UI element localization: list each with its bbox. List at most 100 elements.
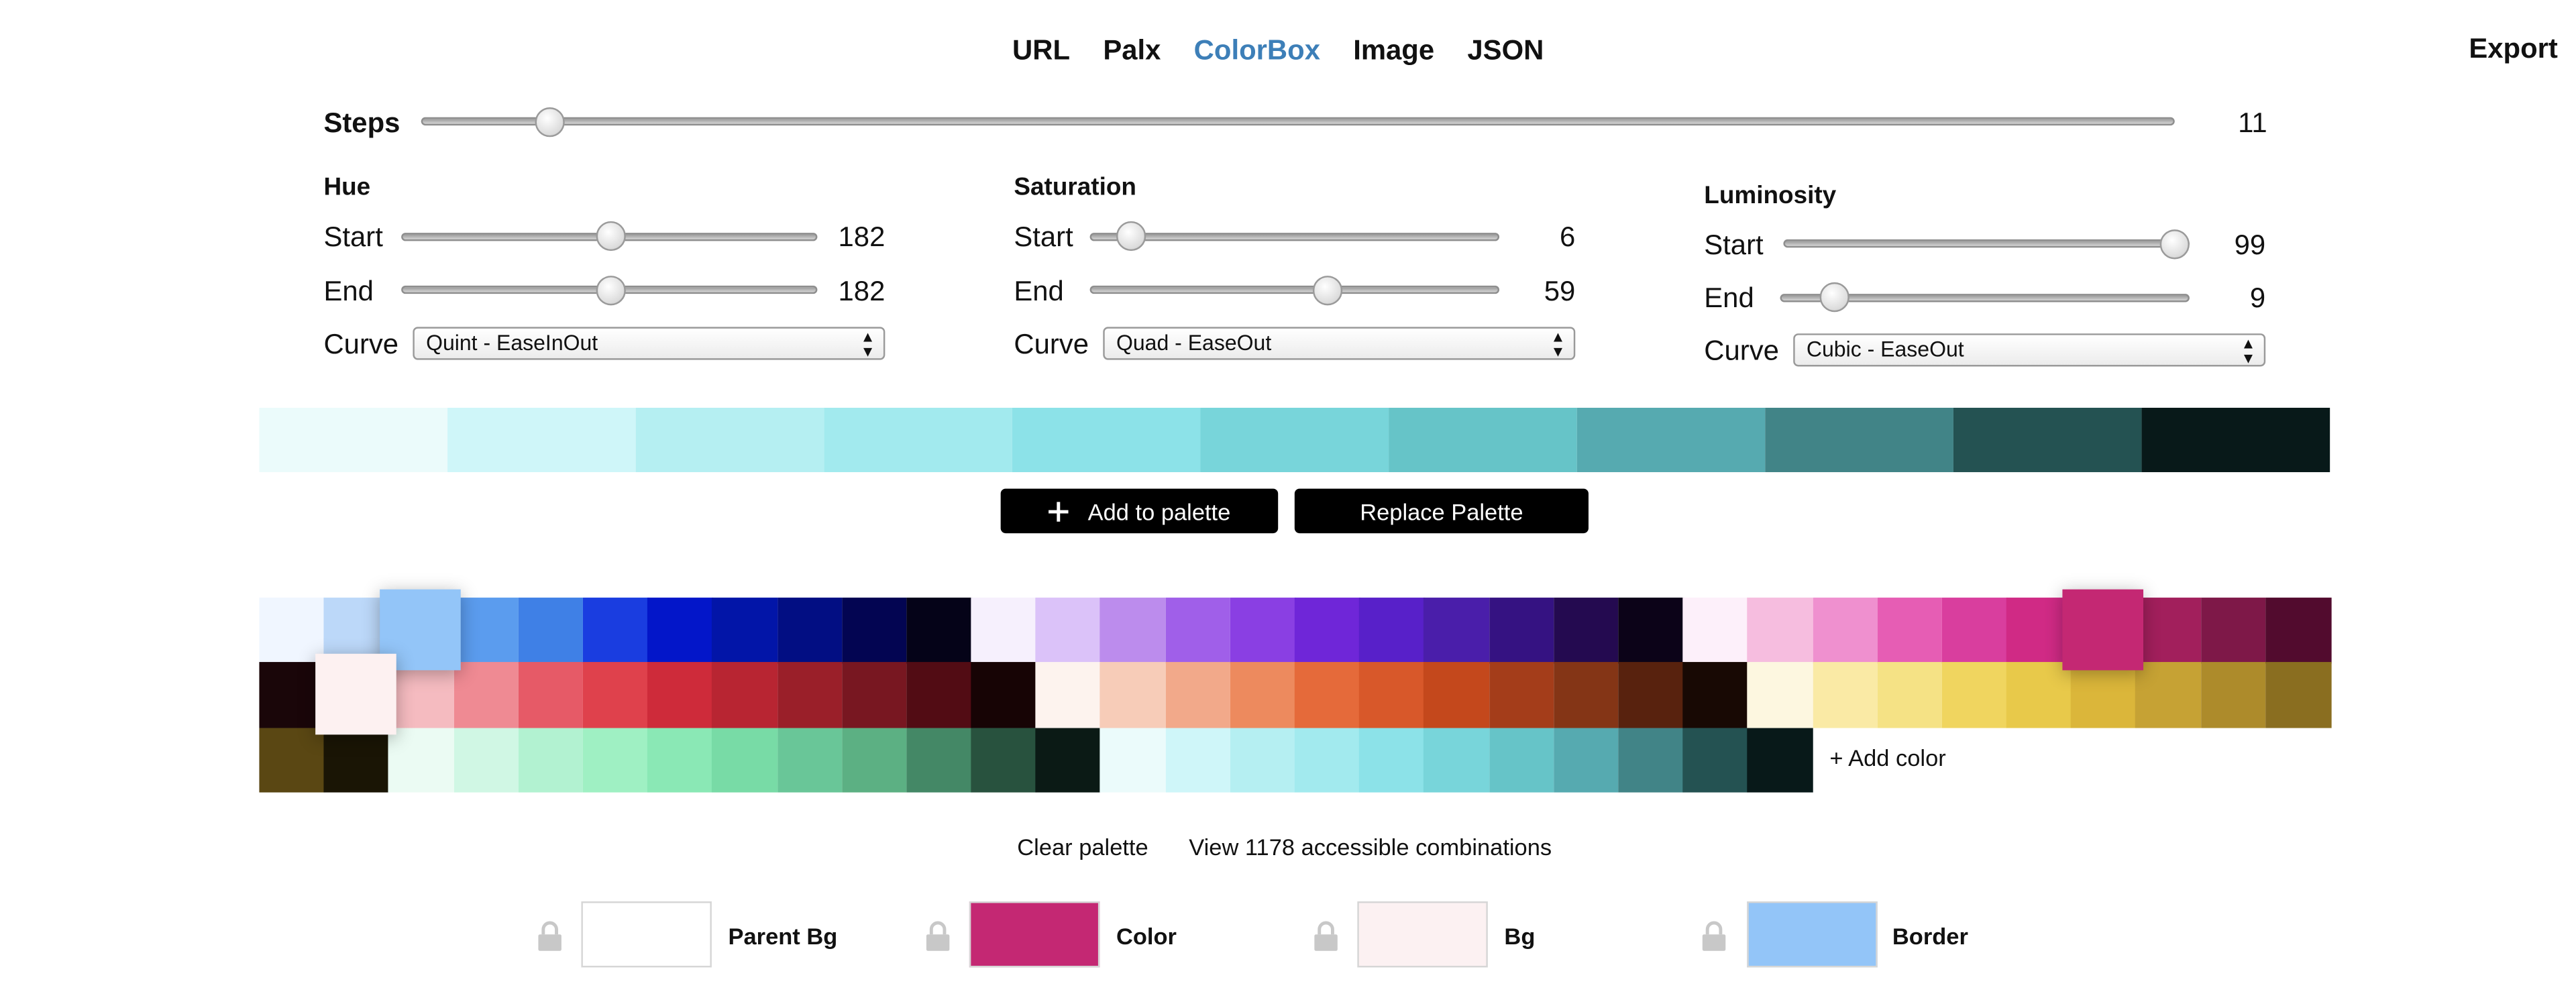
steps-slider-track[interactable]	[421, 117, 2175, 126]
palette-swatch[interactable]	[647, 727, 713, 793]
palette-swatch[interactable]	[841, 727, 908, 793]
palette-swatch[interactable]	[2006, 598, 2072, 664]
palette-swatch[interactable]	[1748, 598, 1813, 664]
palette-swatch[interactable]	[259, 727, 325, 793]
palette-swatch[interactable]	[2200, 598, 2266, 664]
palette-swatch[interactable]	[1618, 662, 1684, 728]
palette-swatch[interactable]	[388, 727, 455, 793]
palette-swatch[interactable]	[906, 598, 972, 664]
bg-swatch[interactable]	[1357, 901, 1488, 968]
palette-swatch[interactable]	[1812, 662, 1878, 728]
selected-palette-swatch[interactable]	[2063, 589, 2144, 671]
lock-icon[interactable]	[924, 921, 951, 951]
palette-swatch[interactable]	[647, 662, 713, 728]
palette-swatch[interactable]	[2265, 598, 2331, 664]
luminosity-start-slider[interactable]	[1783, 239, 2190, 248]
replace-palette-button[interactable]: Replace Palette	[1294, 488, 1589, 534]
palette-swatch[interactable]	[323, 598, 390, 664]
palette-swatch[interactable]	[1100, 662, 1167, 728]
palette-swatch[interactable]	[1359, 727, 1425, 793]
palette-swatch[interactable]	[1294, 598, 1360, 664]
palette-swatch[interactable]	[1424, 662, 1490, 728]
palette-swatch[interactable]	[712, 727, 778, 793]
palette-swatch[interactable]	[1553, 598, 1619, 664]
palette-swatch[interactable]	[1618, 727, 1684, 793]
palette-swatch[interactable]	[1035, 662, 1102, 728]
palette-swatch[interactable]	[777, 598, 843, 664]
export-button[interactable]: Export	[2469, 33, 2558, 66]
selected-palette-swatch[interactable]	[315, 654, 397, 736]
palette-swatch[interactable]	[1489, 662, 1554, 728]
palette-swatch[interactable]	[2135, 598, 2202, 664]
palette-swatch[interactable]	[518, 598, 584, 664]
palette-swatch[interactable]	[259, 662, 325, 728]
saturation-start-slider[interactable]	[1089, 233, 1500, 241]
palette-swatch[interactable]	[1294, 727, 1360, 793]
tab-json[interactable]: JSON	[1467, 35, 1544, 68]
tab-palx[interactable]: Palx	[1103, 35, 1161, 68]
palette-swatch[interactable]	[1035, 598, 1102, 664]
saturation-end-thumb[interactable]	[1313, 276, 1343, 306]
palette-swatch[interactable]	[777, 662, 843, 728]
tab-image[interactable]: Image	[1353, 35, 1434, 68]
palette-swatch[interactable]	[2200, 662, 2266, 728]
palette-swatch[interactable]	[1359, 598, 1425, 664]
saturation-end-slider[interactable]	[1089, 285, 1500, 294]
palette-swatch[interactable]	[1682, 727, 1749, 793]
tab-url[interactable]: URL	[1012, 35, 1070, 68]
palette-swatch[interactable]	[1100, 598, 1167, 664]
palette-swatch[interactable]	[259, 598, 325, 664]
palette-swatch[interactable]	[712, 662, 778, 728]
luminosity-start-thumb[interactable]	[2159, 229, 2190, 260]
palette-swatch[interactable]	[453, 662, 519, 728]
palette-swatch[interactable]	[1230, 662, 1296, 728]
palette-swatch[interactable]	[2006, 662, 2072, 728]
luminosity-curve-select[interactable]: Cubic - EaseOut ▲ ▼	[1793, 333, 2266, 367]
lock-icon[interactable]	[1313, 921, 1339, 951]
palette-swatch[interactable]	[971, 598, 1037, 664]
saturation-start-thumb[interactable]	[1117, 221, 1147, 252]
luminosity-end-thumb[interactable]	[1819, 282, 1849, 313]
palette-swatch[interactable]	[841, 598, 908, 664]
lock-icon[interactable]	[537, 921, 563, 951]
add-color-button[interactable]: + Add color	[1829, 744, 1945, 771]
palette-swatch[interactable]	[388, 662, 455, 728]
palette-swatch[interactable]	[1424, 727, 1490, 793]
palette-swatch[interactable]	[1230, 598, 1296, 664]
palette-swatch[interactable]	[1812, 598, 1878, 664]
palette-swatch[interactable]	[1553, 662, 1619, 728]
tab-colorbox[interactable]: ColorBox	[1194, 35, 1320, 68]
lock-icon[interactable]	[1701, 921, 1727, 951]
palette-swatch[interactable]	[1682, 598, 1749, 664]
palette-swatch[interactable]	[1294, 662, 1360, 728]
palette-swatch[interactable]	[1165, 727, 1231, 793]
palette-swatch[interactable]	[1424, 598, 1490, 664]
palette-swatch[interactable]	[1748, 727, 1813, 793]
palette-swatch[interactable]	[1941, 662, 2008, 728]
hue-end-thumb[interactable]	[596, 276, 626, 306]
palette-swatch[interactable]	[323, 727, 390, 793]
hue-start-thumb[interactable]	[596, 221, 626, 252]
steps-slider-thumb[interactable]	[535, 107, 565, 137]
palette-swatch[interactable]	[453, 598, 519, 664]
palette-swatch[interactable]	[1165, 662, 1231, 728]
palette-swatch[interactable]	[582, 598, 649, 664]
palette-swatch[interactable]	[2135, 662, 2202, 728]
palette-swatch[interactable]	[1165, 598, 1231, 664]
palette-swatch[interactable]	[2265, 662, 2331, 728]
palette-swatch[interactable]	[582, 727, 649, 793]
palette-swatch[interactable]	[1035, 727, 1102, 793]
palette-swatch[interactable]	[518, 662, 584, 728]
add-to-palette-button[interactable]: Add to palette	[1000, 488, 1279, 534]
palette-swatch[interactable]	[906, 662, 972, 728]
palette-swatch[interactable]	[1553, 727, 1619, 793]
hue-curve-select[interactable]: Quint - EaseInOut ▲ ▼	[413, 327, 885, 360]
palette-swatch[interactable]	[1618, 598, 1684, 664]
color-swatch[interactable]	[969, 901, 1100, 968]
palette-swatch[interactable]	[971, 727, 1037, 793]
view-combinations-link[interactable]: View 1178 accessible combinations	[1189, 834, 1552, 860]
palette-swatch[interactable]	[1100, 727, 1167, 793]
palette-swatch[interactable]	[453, 727, 519, 793]
parent-bg-swatch[interactable]	[581, 901, 712, 968]
clear-palette-link[interactable]: Clear palette	[1017, 834, 1148, 860]
